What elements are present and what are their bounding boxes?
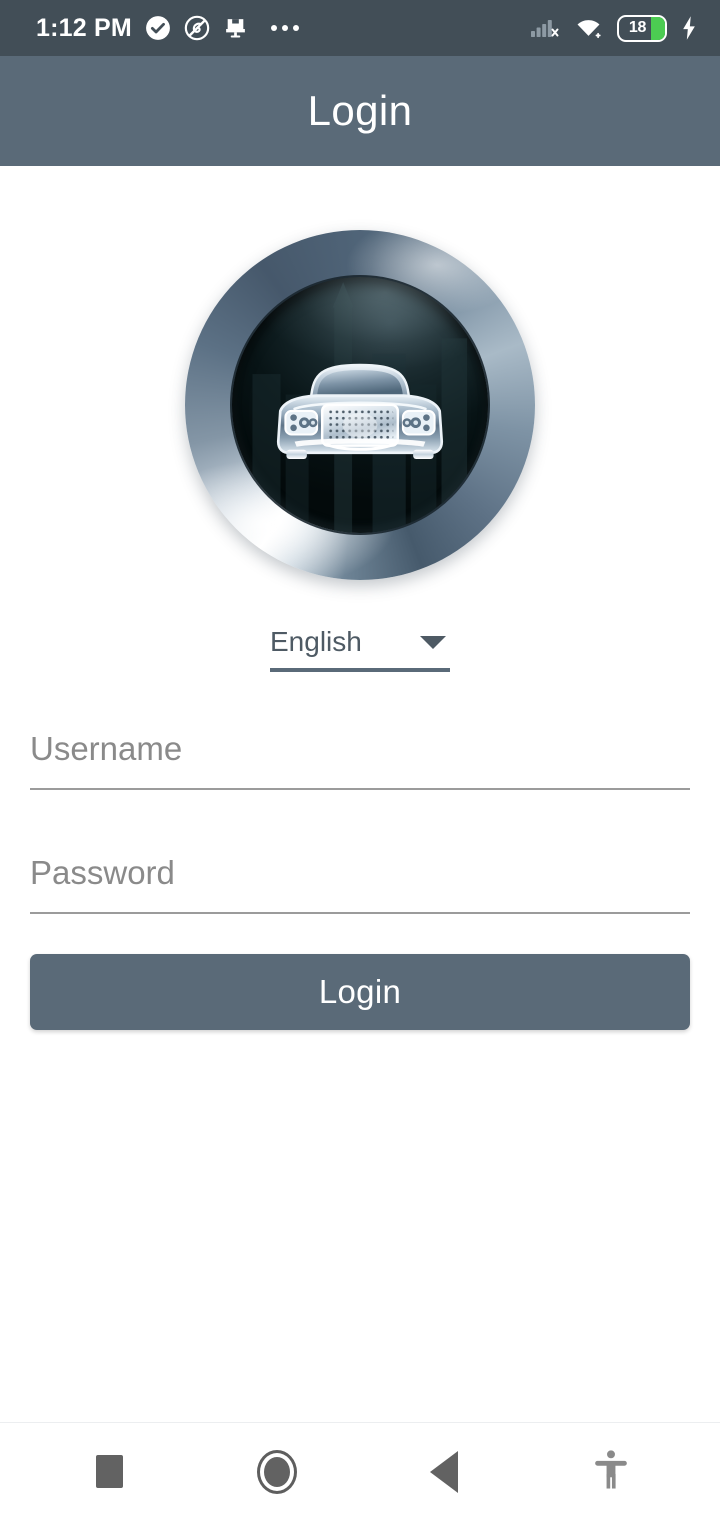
password-input[interactable] (30, 836, 690, 898)
cast-screen-icon (223, 15, 248, 41)
status-bar-right: 18 (530, 14, 698, 42)
login-screen: 1:12 PM 18 Login English Username Login (0, 0, 720, 1520)
status-bar-clock: 1:12 PM (36, 13, 132, 42)
accessibility-icon (592, 1448, 630, 1495)
wifi-icon (573, 15, 604, 41)
password-field[interactable] (30, 836, 690, 914)
recents-button[interactable] (65, 1423, 155, 1520)
circle-icon (256, 1449, 297, 1494)
triangle-left-icon (429, 1450, 458, 1493)
chevron-down-icon (420, 635, 446, 649)
app-bar: Login (0, 56, 720, 166)
overflow-dots-icon (270, 25, 299, 31)
square-icon (96, 1455, 123, 1488)
battery-level-label: 18 (628, 19, 647, 36)
page-title: Login (307, 87, 413, 134)
username-input[interactable] (30, 712, 690, 774)
login-content: English Login (0, 166, 720, 1422)
login-submit-button[interactable]: Login (30, 954, 690, 1030)
language-dropdown-value: English (270, 626, 362, 657)
home-button[interactable] (232, 1423, 322, 1520)
charging-bolt-icon (680, 15, 698, 41)
android-navigation-bar (0, 1422, 720, 1520)
login-form: Login (0, 712, 720, 1030)
car-badge-logo (185, 230, 535, 580)
do-not-disturb-icon (184, 15, 210, 41)
logo-dark-lens (232, 277, 488, 533)
signal-no-sim-icon (530, 15, 560, 41)
language-dropdown[interactable]: English (270, 626, 450, 672)
username-field[interactable] (30, 712, 690, 790)
accessibility-button[interactable] (566, 1423, 656, 1520)
car-icon (276, 363, 444, 459)
check-circle-icon (145, 15, 171, 41)
battery-icon: 18 (617, 14, 667, 42)
back-button[interactable] (399, 1423, 489, 1520)
status-bar: 1:12 PM 18 (0, 0, 720, 56)
status-bar-left: 1:12 PM (36, 14, 530, 43)
